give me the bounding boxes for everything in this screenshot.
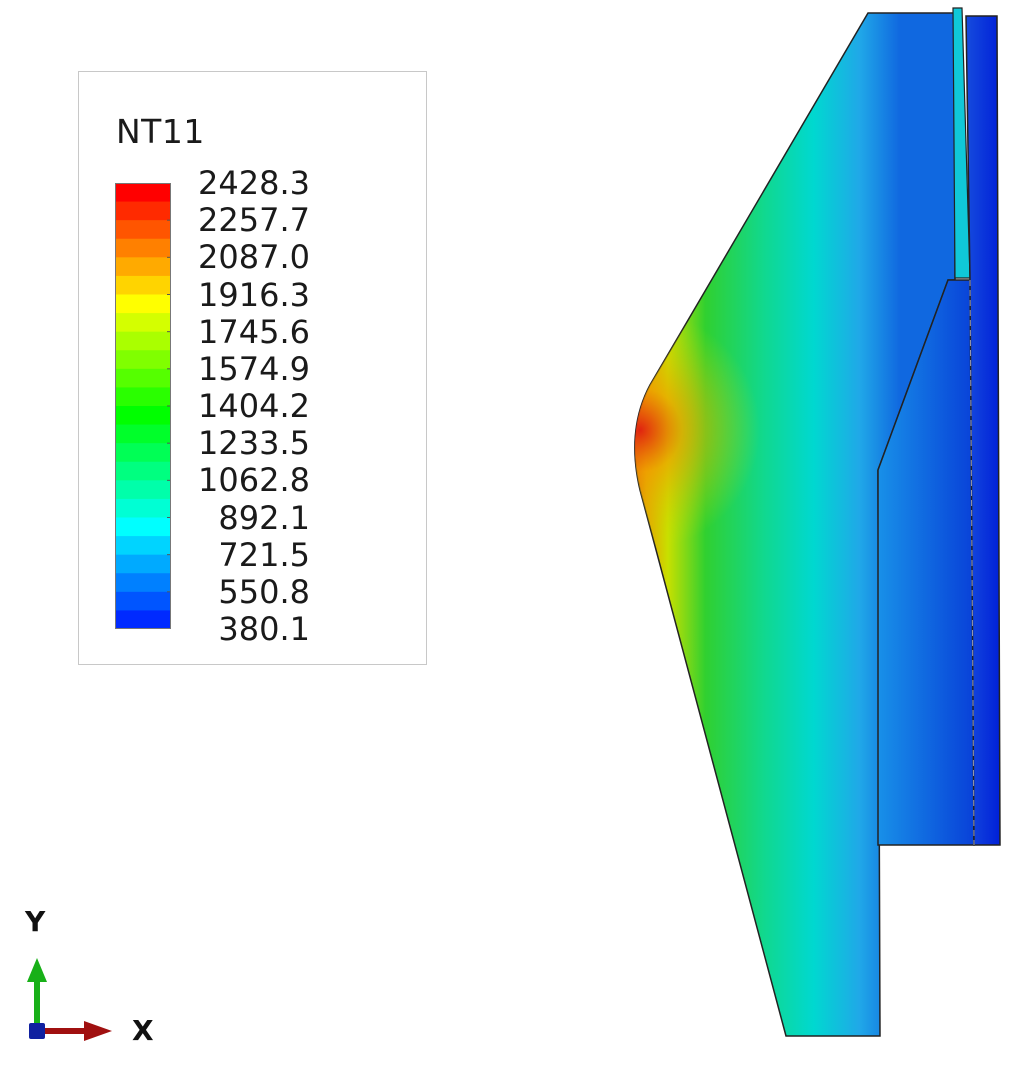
y-axis-arrowhead <box>27 958 47 982</box>
x-axis-label: X <box>132 1014 154 1047</box>
x-axis-arrowhead <box>84 1021 112 1041</box>
z-axis-marker <box>29 1023 45 1039</box>
y-axis-label: Y <box>25 905 46 938</box>
axis-triad <box>27 958 112 1041</box>
